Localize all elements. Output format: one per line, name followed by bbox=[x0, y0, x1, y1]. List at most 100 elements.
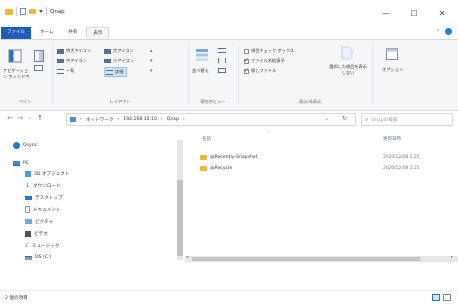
sort-label: 並べ替え bbox=[192, 68, 209, 73]
sort-indicator-icon: ⌃ bbox=[267, 130, 271, 135]
scroll-left-icon[interactable]: ◂ bbox=[186, 255, 188, 260]
details-pane-button[interactable] bbox=[34, 65, 43, 71]
item-checkboxes-label: 項目チェック ボックス bbox=[251, 48, 295, 53]
layout-item-medium[interactable]: 中アイコン bbox=[57, 58, 87, 64]
group-by-button[interactable] bbox=[218, 48, 226, 55]
refresh-icon[interactable]: ↻ bbox=[342, 115, 347, 122]
nav-item-documents[interactable]: ドキュメント bbox=[25, 204, 61, 215]
close-button[interactable]: ✕ bbox=[428, 3, 456, 23]
details-pane-icon bbox=[34, 65, 43, 71]
tab-home[interactable]: ホーム bbox=[34, 27, 59, 39]
layout-scroll-down-icon[interactable]: ▾ bbox=[150, 58, 153, 64]
layout-item-details[interactable]: 詳細 bbox=[104, 67, 128, 77]
layout-item-small[interactable]: 小アイコン bbox=[104, 58, 134, 64]
network-icon bbox=[70, 117, 76, 122]
recent-locations-chevron-icon[interactable]: ⌄ bbox=[25, 115, 35, 121]
large-icons-view-icon[interactable] bbox=[443, 294, 451, 301]
nav-item-os-drive[interactable]: OS (C:) bbox=[25, 252, 51, 263]
breadcrumb-host[interactable]: 192.168.10.10 bbox=[123, 117, 157, 122]
navigation-pane: Qsync PC 3D オブジェクト ↓ ダウンロード デスクトップ ドキュメン… bbox=[0, 130, 178, 290]
show-hide-group-label: 表示/非表示 bbox=[298, 99, 322, 104]
navigation-pane-button[interactable] bbox=[8, 49, 22, 65]
nav-item-videos[interactable]: ビデオ bbox=[25, 228, 48, 239]
back-arrow-icon[interactable]: ← bbox=[5, 114, 15, 122]
options-label: オプション bbox=[382, 67, 403, 72]
file-extensions-toggle[interactable]: ファイル名拡張子 bbox=[244, 57, 285, 64]
breadcrumb-separator: › bbox=[182, 117, 185, 122]
item-checkboxes-toggle[interactable]: 項目チェック ボックス bbox=[244, 48, 294, 54]
file-row[interactable]: @Recently-Snapshot bbox=[200, 152, 258, 162]
layout-item-large[interactable]: 大アイコン bbox=[104, 48, 134, 54]
collapse-ribbon-chevron-icon[interactable]: ⌃ bbox=[436, 29, 440, 35]
options-button[interactable] bbox=[386, 48, 398, 62]
nav-item-qsync[interactable]: Qsync bbox=[13, 140, 37, 151]
hidden-items-label: 隠しファイル bbox=[251, 68, 277, 73]
properties-icon[interactable] bbox=[20, 8, 26, 15]
breadcrumb-separator: › bbox=[80, 117, 82, 122]
layout-item-list[interactable]: 一覧 bbox=[57, 68, 74, 74]
layout-item-extra-large[interactable]: 特大アイコン bbox=[57, 48, 91, 54]
nav-item-pictures[interactable]: ピクチャ bbox=[25, 216, 53, 227]
scroll-right-icon[interactable]: ▸ bbox=[451, 255, 453, 260]
breadcrumb-separator: › bbox=[160, 117, 163, 122]
up-arrow-icon[interactable]: ↑ bbox=[35, 114, 45, 122]
hidden-items-toggle[interactable]: 隠しファイル bbox=[244, 67, 277, 74]
nav-item-label: ピクチャ bbox=[35, 219, 54, 225]
address-bar[interactable]: › ネットワーク › 192.168.10.10 › Qnap › ⌄ ↻ bbox=[66, 113, 356, 126]
group-by-icon bbox=[218, 48, 226, 53]
nav-item-label: ミュージック bbox=[31, 243, 60, 249]
tab-file[interactable]: ファイル bbox=[1, 27, 31, 39]
column-header-name[interactable]: 名前 bbox=[202, 136, 211, 142]
ribbon-divider bbox=[188, 46, 189, 104]
nav-item-downloads[interactable]: ↓ ダウンロード bbox=[25, 180, 61, 191]
hide-selected-icon bbox=[341, 46, 353, 60]
layout-scroll-up-icon[interactable]: ▴ bbox=[150, 48, 153, 54]
checkbox-checked[interactable] bbox=[244, 57, 249, 64]
column-header-date[interactable]: 更新日時 bbox=[383, 136, 401, 142]
nav-item-desktop[interactable]: デスクトップ bbox=[25, 192, 63, 203]
forward-arrow-icon[interactable]: → bbox=[15, 114, 25, 122]
horizontal-scrollbar-thumb[interactable] bbox=[192, 257, 420, 261]
search-box[interactable]: ⌕ Qnapの検索 bbox=[361, 113, 453, 126]
maximize-button[interactable]: ☐ bbox=[400, 3, 428, 23]
folder-icon bbox=[200, 165, 207, 171]
help-icon[interactable] bbox=[445, 28, 453, 35]
file-date: 2020/12/08 2:25 bbox=[383, 166, 420, 171]
nav-item-music[interactable]: ♪ ミュージック bbox=[25, 240, 59, 251]
add-columns-icon bbox=[218, 58, 226, 63]
layout-label: 小アイコン bbox=[113, 58, 134, 63]
medium-icons-icon bbox=[57, 59, 64, 63]
file-row[interactable]: @Recycle bbox=[200, 163, 232, 173]
sort-button[interactable] bbox=[195, 48, 209, 64]
desktop-icon bbox=[25, 195, 32, 200]
toolbar-divider bbox=[16, 7, 17, 16]
search-icon: ⌕ bbox=[365, 115, 369, 123]
drive-icon bbox=[25, 255, 32, 260]
download-icon: ↓ bbox=[25, 182, 31, 189]
nav-item-label: Qsync bbox=[23, 143, 38, 148]
address-dropdown-chevron-icon[interactable]: ⌄ bbox=[325, 116, 329, 122]
options-icon bbox=[386, 48, 398, 60]
folder-icon bbox=[5, 8, 13, 15]
checkbox-checked[interactable] bbox=[244, 67, 249, 74]
extra-large-icons-icon bbox=[57, 48, 64, 54]
layout-more-icon[interactable]: ▾ bbox=[150, 68, 153, 74]
tab-view[interactable]: 表示 bbox=[86, 27, 110, 39]
breadcrumb-share[interactable]: Qnap bbox=[167, 117, 179, 122]
tab-share[interactable]: 共有 bbox=[62, 27, 83, 39]
nav-item-3d-objects[interactable]: 3D オブジェクト bbox=[25, 168, 69, 179]
ribbon: ナビゲーション ウィンドウ ペイン 特大アイコン 大アイコン 中アイコン 小アイ… bbox=[0, 39, 458, 111]
new-folder-icon[interactable] bbox=[29, 9, 36, 14]
preview-pane-button[interactable] bbox=[34, 50, 44, 64]
breadcrumb-network[interactable]: ネットワーク bbox=[86, 117, 114, 123]
nav-item-label: ドキュメント bbox=[33, 207, 61, 213]
checkbox[interactable] bbox=[244, 48, 249, 54]
size-columns-button[interactable] bbox=[218, 68, 226, 75]
details-view-icon[interactable] bbox=[432, 294, 440, 301]
minimize-button[interactable]: — bbox=[372, 3, 400, 23]
nav-scrollbar-thumb[interactable] bbox=[177, 180, 183, 256]
customize-toolbar-chevron-icon[interactable] bbox=[39, 10, 43, 13]
hide-selected-button[interactable] bbox=[341, 46, 353, 62]
add-columns-button[interactable] bbox=[218, 58, 226, 65]
layout-label: 詳細 bbox=[115, 69, 124, 74]
